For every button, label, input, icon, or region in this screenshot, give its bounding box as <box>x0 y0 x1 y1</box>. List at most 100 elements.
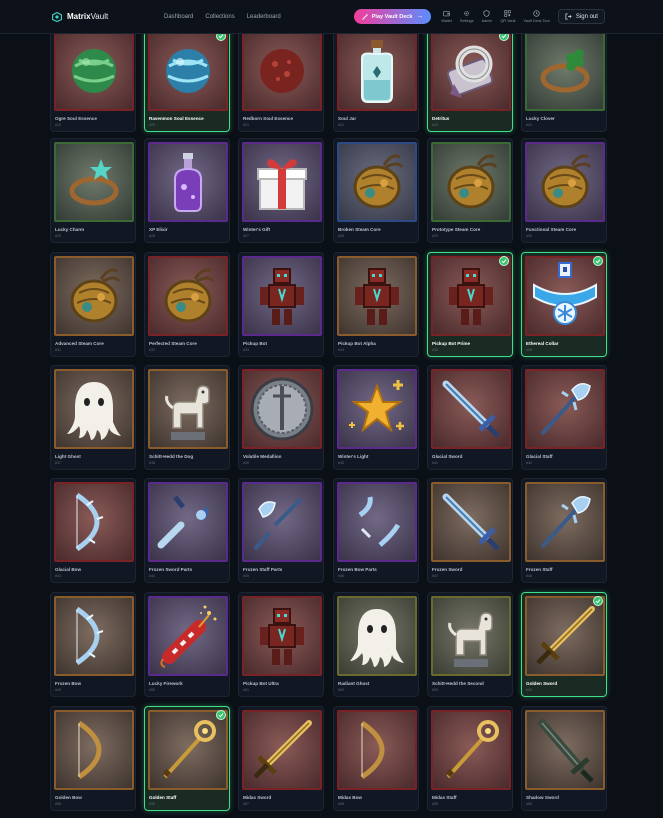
item-card[interactable]: Pickup Bot Alpha #34 <box>333 252 419 357</box>
sign-out-icon <box>565 13 572 20</box>
item-card[interactable]: Shadow Sword #60 <box>521 706 607 811</box>
item-card[interactable]: Midas Bow #58 <box>333 706 419 811</box>
item-card[interactable]: Radiant Ghost #52 <box>333 592 419 697</box>
item-number: #43 <box>55 574 61 578</box>
item-card[interactable]: Glacial Staff #42 <box>521 365 607 470</box>
item-card[interactable]: Midas Staff #59 <box>427 706 513 811</box>
firework-icon <box>160 605 217 668</box>
vault-deck-tour-link[interactable]: Vault Deck Tour <box>523 10 550 23</box>
nav-dashboard-link[interactable]: Dashboard <box>164 14 193 20</box>
item-name: Ethereal Collar <box>526 341 559 346</box>
item-name: Frozen Bow Parts <box>338 567 377 572</box>
item-card[interactable]: Functional Steam Core #30 <box>521 138 607 243</box>
item-artwork <box>148 482 228 562</box>
item-card[interactable]: Winter's Light #40 <box>333 365 419 470</box>
item-number: #37 <box>55 461 61 465</box>
item-number: #33 <box>243 348 249 352</box>
item-number: #22 <box>338 123 344 127</box>
wallet-link[interactable]: Wallet <box>441 10 452 23</box>
item-card[interactable]: Lucky Firework #50 <box>144 592 230 697</box>
item-card[interactable]: Soul Jar #22 <box>333 27 419 132</box>
item-card[interactable]: Frozen Bow Parts #46 <box>333 478 419 583</box>
gold-staff-icon <box>162 720 216 779</box>
item-artwork <box>525 256 605 336</box>
item-card[interactable]: Ravenmon Soul Essence #20 <box>144 27 230 132</box>
owned-check-icon <box>593 256 603 266</box>
item-name: Frozen Bow <box>55 681 82 686</box>
sign-out-button[interactable]: Sign out <box>557 9 605 24</box>
item-card[interactable]: Lucky Charm #25 <box>50 138 136 243</box>
top-navigation-bar: MatrixVault Dashboard Collections Leader… <box>0 0 663 34</box>
item-card[interactable]: Glacial Sword #41 <box>427 365 513 470</box>
medallion-icon <box>250 377 314 441</box>
brand-logo[interactable]: MatrixVault <box>52 11 164 22</box>
ice-bow-icon <box>75 492 104 552</box>
item-card[interactable]: Detritus #23 <box>427 27 513 132</box>
item-card[interactable]: Broken Steam Core #28 <box>333 138 419 243</box>
item-card[interactable]: Schitt-Hedd the Dog #38 <box>144 365 230 470</box>
item-name: Light Ghost <box>55 454 81 459</box>
collar-icon <box>533 262 597 325</box>
ice-sword-icon <box>442 380 500 438</box>
item-card[interactable]: Prototype Steam Core #29 <box>427 138 513 243</box>
item-number: #19 <box>55 123 61 127</box>
item-artwork <box>242 596 322 676</box>
item-card[interactable]: Light Ghost #37 <box>50 365 136 470</box>
item-card[interactable]: Winter's Gift #27 <box>238 138 324 243</box>
nav-collections-link[interactable]: Collections <box>205 14 234 20</box>
item-number: #40 <box>338 461 344 465</box>
item-card[interactable]: Midas Sword #57 <box>238 706 324 811</box>
item-card[interactable]: Ethereal Collar #36 <box>521 252 607 357</box>
soul-jar-icon <box>361 40 393 103</box>
item-card[interactable]: Pickup Bot #33 <box>238 252 324 357</box>
item-card[interactable]: Frozen Bow #49 <box>50 592 136 697</box>
item-artwork <box>337 596 417 676</box>
item-card[interactable]: Golden Sword #54 <box>521 592 607 697</box>
item-card[interactable]: Frozen Staff #48 <box>521 478 607 583</box>
clock-icon <box>533 10 540 17</box>
item-name: Winter's Gift <box>243 227 271 232</box>
gold-sword-icon <box>536 606 595 665</box>
item-number: #24 <box>526 123 532 127</box>
play-vault-deck-button[interactable]: Play Vault Deck → <box>353 9 432 24</box>
item-artwork <box>54 482 134 562</box>
item-card[interactable]: Advanced Steam Core #31 <box>50 252 136 357</box>
nav-leaderboard-link[interactable]: Leaderboard <box>247 14 281 20</box>
item-card[interactable]: Ogre Soul Essence #19 <box>50 27 136 132</box>
qr-vault-link[interactable]: QR Vault <box>500 10 515 23</box>
gold-staff-icon <box>445 720 499 779</box>
item-card[interactable]: Schitt-Hedd the Second #53 <box>427 592 513 697</box>
item-name: Prototype Steam Core <box>432 227 481 232</box>
item-card[interactable]: Frozen Sword #47 <box>427 478 513 583</box>
item-artwork <box>54 31 134 111</box>
item-card[interactable]: Golden Bow #55 <box>50 706 136 811</box>
item-name: Lucky Charm <box>55 227 85 232</box>
arrow-right-icon: → <box>416 13 424 20</box>
gold-bow-icon <box>360 720 385 780</box>
item-card[interactable]: Frozen Staff Parts #45 <box>238 478 324 583</box>
item-artwork <box>525 369 605 449</box>
item-card[interactable]: Frozen Sword Parts #44 <box>144 478 230 583</box>
item-card[interactable]: Volatile Medallion #39 <box>238 365 324 470</box>
item-artwork <box>148 596 228 676</box>
admin-link[interactable]: Admin <box>482 10 492 23</box>
item-artwork <box>54 369 134 449</box>
item-number: #27 <box>243 234 249 238</box>
item-card[interactable]: Golden Staff #56 <box>144 706 230 811</box>
item-number: #46 <box>338 574 344 578</box>
item-card[interactable]: XP Elixir #26 <box>144 138 230 243</box>
item-card[interactable]: Pickup Bot Ultra #51 <box>238 592 324 697</box>
item-number: #56 <box>149 802 155 806</box>
item-card[interactable]: Lucky Clover #24 <box>521 27 607 132</box>
item-card[interactable]: Perfected Steam Core #32 <box>144 252 230 357</box>
sign-out-label: Sign out <box>575 13 598 20</box>
wand-icon <box>361 13 368 20</box>
ice-sword-icon <box>442 493 500 551</box>
item-card[interactable]: Redborn Soul Essence #21 <box>238 27 324 132</box>
brand-name-rest: Vault <box>90 12 109 21</box>
item-card[interactable]: Pickup Bot Prime #35 <box>427 252 513 357</box>
green-orb-icon <box>72 49 116 93</box>
item-card[interactable]: Glacial Bow #43 <box>50 478 136 583</box>
item-name: Functional Steam Core <box>526 227 577 232</box>
settings-link[interactable]: Settings <box>460 10 474 23</box>
